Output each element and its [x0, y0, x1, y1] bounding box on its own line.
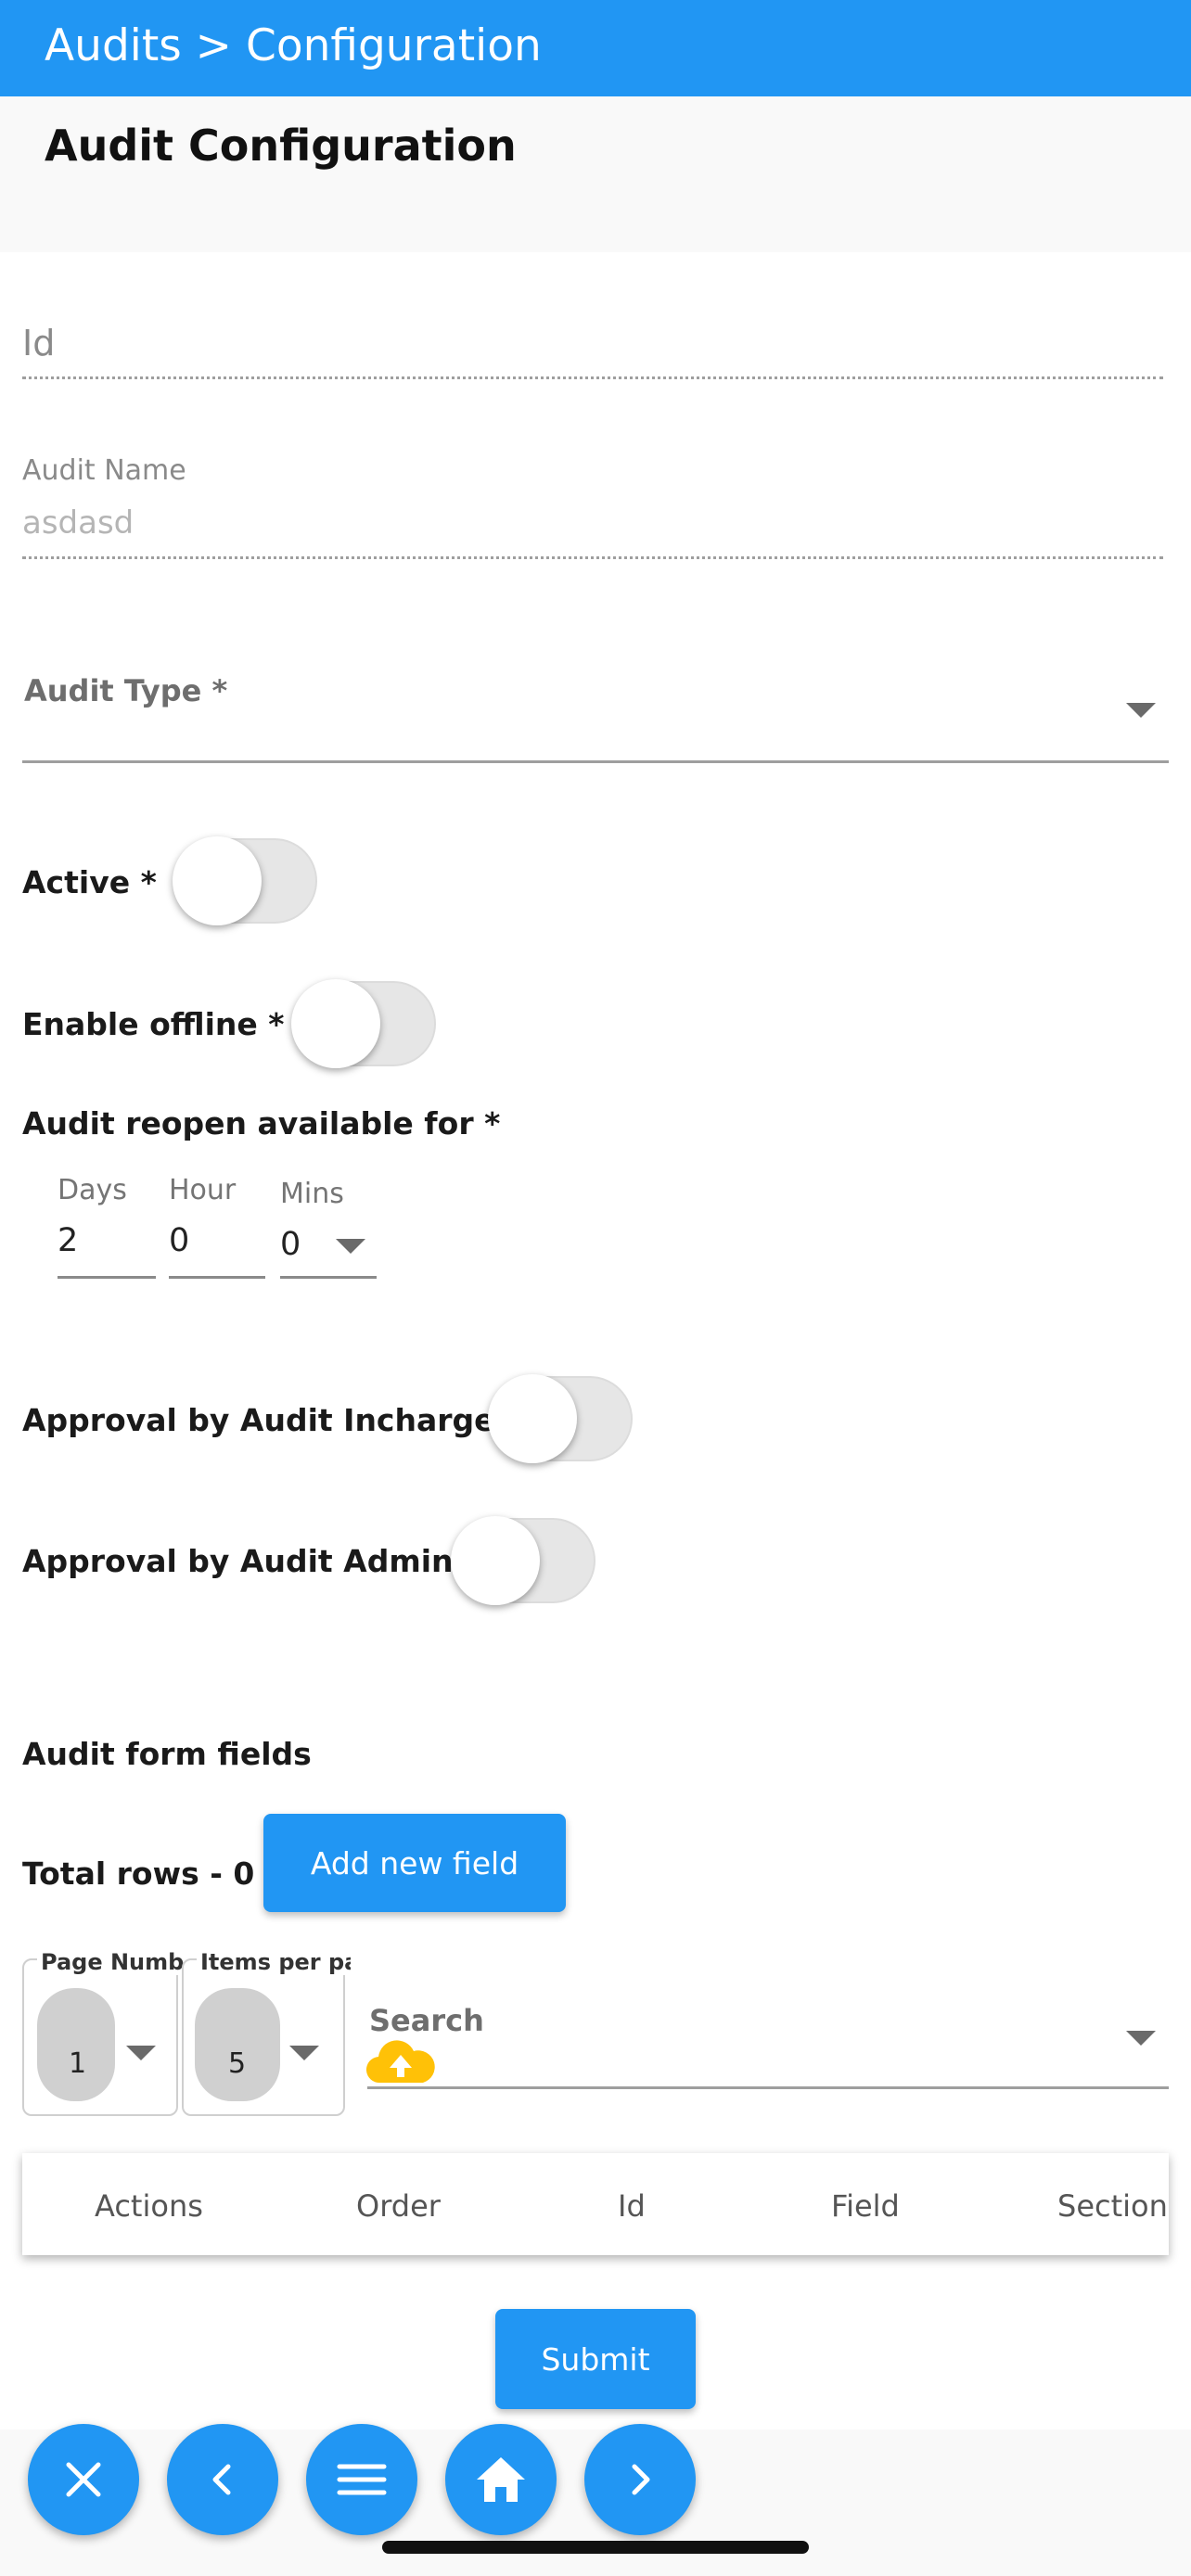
active-label: Active *	[22, 864, 157, 900]
days-input[interactable]: 2	[58, 1222, 78, 1259]
audit-name-underline	[22, 556, 1163, 559]
search-field[interactable]	[367, 2086, 1169, 2089]
search-label: Search	[369, 2003, 484, 2038]
hour-input[interactable]: 0	[169, 1222, 189, 1259]
items-per-page-value: 5	[228, 2047, 247, 2080]
table-header: Actions Order Id Field Section	[22, 2153, 1169, 2255]
mins-select[interactable]: 0	[280, 1226, 301, 1263]
approval-admin-label: Approval by Audit Admin	[22, 1543, 454, 1579]
audit-name-field[interactable]: asdasd	[22, 504, 134, 542]
column-actions[interactable]: Actions	[95, 2188, 203, 2224]
add-new-field-button[interactable]: Add new field	[263, 1814, 566, 1912]
home-button[interactable]	[445, 2424, 557, 2535]
home-icon	[477, 2457, 525, 2502]
audit-type-label: Audit Type *	[24, 673, 228, 708]
menu-icon	[337, 2464, 387, 2495]
id-field-underline	[22, 376, 1163, 379]
enable-offline-label: Enable offline *	[22, 1006, 285, 1042]
top-app-bar: Audits > Configuration	[0, 0, 1191, 96]
page-number-label: Page Number	[37, 1949, 184, 1975]
total-rows-label: Total rows - 0	[22, 1855, 255, 1892]
close-button[interactable]	[28, 2424, 139, 2535]
toggle-knob	[488, 1374, 577, 1463]
items-per-page-pill	[195, 1988, 280, 2101]
audit-type-select[interactable]	[22, 760, 1169, 763]
forward-button[interactable]	[584, 2424, 696, 2535]
chevron-down-icon[interactable]	[126, 2046, 156, 2060]
mins-underline	[280, 1276, 377, 1279]
approval-incharge-label: Approval by Audit Incharge	[22, 1402, 495, 1438]
audit-name-label: Audit Name	[22, 454, 186, 487]
audit-reopen-label: Audit reopen available for *	[22, 1105, 501, 1141]
page-title: Audit Configuration	[45, 121, 517, 171]
enable-offline-toggle[interactable]	[291, 979, 436, 1068]
days-label: Days	[58, 1174, 127, 1206]
days-underline	[58, 1276, 156, 1279]
id-field-placeholder[interactable]: Id	[22, 323, 55, 363]
menu-button[interactable]	[306, 2424, 417, 2535]
approval-admin-toggle[interactable]	[451, 1516, 596, 1605]
chevron-down-icon[interactable]	[1126, 703, 1156, 718]
cloud-upload-icon[interactable]	[365, 2036, 436, 2088]
approval-incharge-toggle[interactable]	[488, 1374, 633, 1463]
breadcrumb[interactable]: Audits > Configuration	[45, 20, 542, 71]
toggle-knob	[291, 979, 380, 1068]
mins-label: Mins	[280, 1178, 344, 1210]
page-number-pill	[37, 1988, 115, 2101]
submit-button[interactable]: Submit	[495, 2309, 696, 2409]
column-order[interactable]: Order	[356, 2188, 441, 2224]
form-fields-title: Audit form fields	[22, 1736, 312, 1772]
chevron-right-icon	[632, 2464, 650, 2495]
chevron-down-icon[interactable]	[1126, 2031, 1156, 2046]
column-field[interactable]: Field	[831, 2188, 900, 2224]
page-number-value: 1	[69, 2047, 87, 2080]
hour-label: Hour	[169, 1174, 237, 1206]
column-id[interactable]: Id	[618, 2188, 646, 2224]
back-button[interactable]	[167, 2424, 278, 2535]
items-per-page-label: Items per page	[197, 1949, 351, 1975]
toggle-knob	[173, 836, 262, 925]
active-toggle[interactable]	[173, 836, 317, 925]
column-section[interactable]: Section	[1057, 2188, 1168, 2224]
chevron-left-icon	[212, 2464, 231, 2495]
toggle-knob	[451, 1516, 540, 1605]
hour-underline	[169, 1276, 265, 1279]
chevron-down-icon[interactable]	[289, 2046, 319, 2060]
chevron-down-icon[interactable]	[336, 1239, 365, 1254]
home-indicator[interactable]	[382, 2541, 809, 2554]
close-icon	[66, 2462, 101, 2497]
